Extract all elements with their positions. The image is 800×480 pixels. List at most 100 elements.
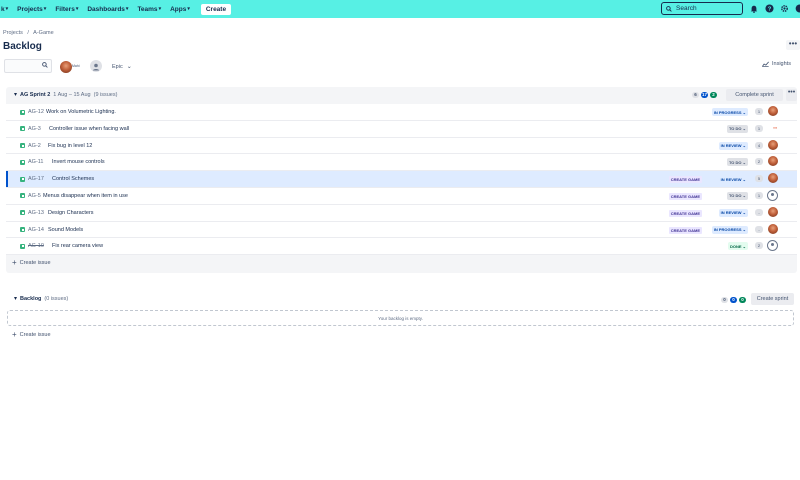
epic-filter-label: Epic [112,63,123,70]
nav-item-teams[interactable]: Teams ▾ [137,6,161,13]
issue-row[interactable]: AG-3 Controller issue when facing wall T… [6,120,797,138]
page-more-actions-button[interactable]: ••• [786,40,800,50]
issue-row[interactable]: AG-5 Menus disappear when item in use CR… [6,187,797,205]
search-placeholder: Search [676,5,697,12]
issue-row[interactable]: AG-14 Sound Models CREATE GAME IN PROGRE… [6,221,797,239]
story-icon [20,143,25,149]
epic-filter-dropdown[interactable]: Epic ⌄ [112,63,132,71]
epic-tag[interactable]: CREATE GAME [668,209,702,217]
issue-key[interactable]: AG-17 [28,176,44,182]
issue-summary: Fix rear camera view [52,243,104,250]
epic-tag[interactable]: CREATE GAME [668,176,702,184]
chevron-down-icon[interactable]: ▾ [14,295,17,302]
backlog-create-issue-button[interactable]: + Create issue [12,330,51,339]
status-dropdown[interactable]: IN REVIEW ⌄ [718,141,748,150]
story-icon [20,159,25,165]
story-icon [20,243,25,249]
estimate-badge: 2 [755,158,763,166]
global-search-input[interactable]: Search [661,2,743,15]
sprint-issue-count: (9 issues) [93,91,118,98]
assignee-avatar[interactable] [768,139,778,152]
issue-summary: Sound Models [48,226,84,233]
create-button[interactable]: Create [200,3,232,15]
backlog-header[interactable]: ▾ Backlog (0 issues) [14,295,68,303]
status-dropdown[interactable]: IN PROGRESS ⌄ [711,225,748,234]
search-icon [42,62,48,68]
insights-label: Insights [772,61,791,67]
status-dropdown[interactable]: DONE ⌄ [727,242,748,251]
breadcrumb-project[interactable]: A-Game [33,30,53,36]
settings-gear-icon[interactable] [779,3,790,14]
unassigned-avatar-icon[interactable] [767,189,778,203]
estimate-badge: 4 [755,141,763,149]
todo-count-badge: 0 [721,297,728,303]
assignee-avatar[interactable] [768,106,778,118]
assignee-logo-icon[interactable]: ▪▪▪ [773,126,777,130]
chevron-down-icon: ▾ [187,6,190,12]
nav-item-dashboards[interactable]: Dashboards ▾ [87,6,128,13]
status-dropdown[interactable]: IN REVIEW ⌄ [718,175,748,184]
sprint-status-counts: 6 17 2 [692,92,718,98]
story-icon [20,109,25,115]
issue-row-selected[interactable]: AG-17 Control Schemes CREATE GAME IN REV… [6,171,797,188]
issue-key[interactable]: AG-3 [28,126,41,132]
assignee-avatar[interactable] [768,206,778,219]
issue-row[interactable]: AG-2 Fix bug in level 12 IN REVIEW ⌄ 4 [6,137,797,155]
complete-sprint-button[interactable]: Complete sprint [726,89,783,101]
story-icon [20,227,25,233]
assignee-avatar[interactable] [768,173,778,185]
issue-row[interactable]: AG-12 Work on Volumetric Lighting. IN PR… [6,104,797,121]
issue-summary: Control Schemes [52,176,95,183]
empty-backlog-dropzone[interactable]: Your backlog is empty. [7,310,794,326]
issue-row[interactable]: AG-11 Invert mouse controls TO DO ⌄ 2 [6,154,797,172]
issue-key[interactable]: AG-11 [28,159,44,165]
chevron-down-icon[interactable]: ▾ [14,91,17,98]
backlog-search-input[interactable] [4,59,52,73]
plus-icon: + [12,258,17,267]
epic-tag[interactable]: CREATE GAME [668,226,702,234]
status-dropdown[interactable]: IN PROGRESS ⌄ [711,108,748,116]
issue-key[interactable]: AG-14 [28,227,44,233]
issue-key[interactable]: AG-5 [28,193,41,199]
story-icon [20,210,25,216]
breadcrumb-projects[interactable]: Projects [3,30,23,36]
status-dropdown[interactable]: IN REVIEW ⌄ [718,208,748,217]
status-dropdown[interactable]: TO DO ⌄ [726,191,748,200]
assignee-avatar[interactable] [768,156,778,168]
help-icon[interactable]: ? [764,3,775,14]
notifications-icon[interactable] [748,3,759,14]
sprint-container: ▾ AG Sprint 2 1 Aug – 15 Aug (9 issues) … [6,87,797,273]
sprint-header[interactable]: ▾ AG Sprint 2 1 Aug – 15 Aug (9 issues) [14,91,118,99]
status-dropdown[interactable]: TO DO ⌄ [726,158,748,167]
create-issue-label: Create issue [19,331,51,338]
assignee-filter-avatar[interactable] [60,60,72,78]
issue-key[interactable]: AG-13 [28,210,44,216]
issue-key[interactable]: AG-2 [28,143,41,149]
issue-row[interactable]: AG-13 Design Characters CREATE GAME IN R… [6,204,797,222]
assignee-avatar[interactable] [768,223,778,236]
sprint-more-button[interactable]: ••• [786,89,797,101]
estimate-badge: - [755,225,763,233]
sprint-name: AG Sprint 2 [20,91,51,98]
create-sprint-button[interactable]: Create sprint [751,293,794,305]
estimate-badge: 1 [755,191,763,199]
estimate-badge: 1 [755,124,763,132]
nav-item-filters[interactable]: Filters ▾ [55,6,78,13]
issue-summary: Work on Volumetric Lighting. [46,109,116,115]
nav-item-projects[interactable]: Projects ▾ [17,6,46,13]
issue-summary: Design Characters [48,209,94,216]
plus-icon: + [12,330,17,339]
epic-tag[interactable]: CREATE GAME [668,192,702,200]
people-filter-icon[interactable] [90,60,102,72]
insights-button[interactable]: Insights [762,61,791,67]
sprint-create-issue-button[interactable]: + Create issue [12,258,51,267]
chevron-down-icon: ▾ [158,6,162,12]
nav-item-apps[interactable]: Apps ▾ [170,6,190,13]
issue-key[interactable]: AG-12 [28,109,44,115]
profile-avatar[interactable] [794,3,800,14]
issue-key[interactable]: AG-10 [28,243,44,249]
status-dropdown[interactable]: TO DO ⌄ [726,124,748,133]
unassigned-avatar-icon[interactable] [767,240,778,253]
nav-item-partial[interactable]: k ▾ [1,6,8,13]
issue-row[interactable]: AG-10 Fix rear camera view DONE ⌄ 2 [6,238,797,256]
